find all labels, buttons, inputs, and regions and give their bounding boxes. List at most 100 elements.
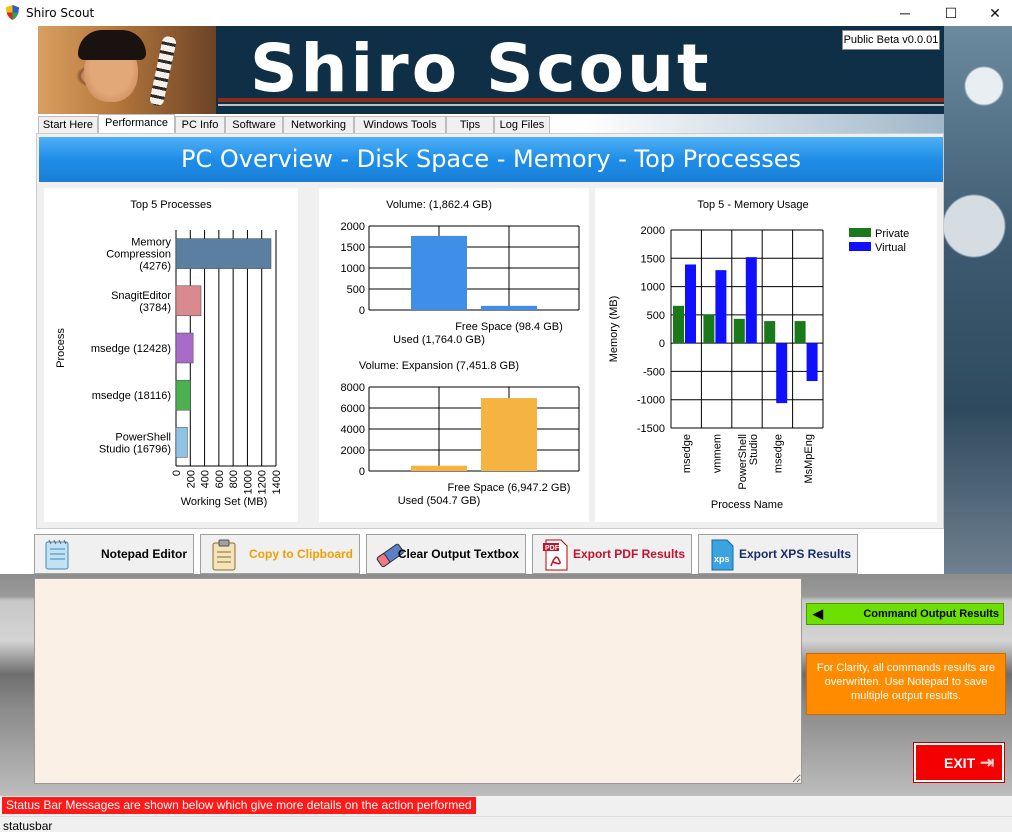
chart-title: Volume: (1,862.4 GB)	[386, 199, 492, 211]
bar	[411, 235, 467, 310]
svg-text:xps: xps	[714, 554, 730, 564]
export-pdf-button[interactable]: PDF Export PDF Results	[532, 534, 692, 574]
maximize-button[interactable]: ☐	[928, 0, 974, 26]
copy-to-clipboard-button[interactable]: Copy to Clipboard	[200, 534, 360, 574]
bar	[806, 343, 818, 382]
close-icon: ✕	[989, 4, 1001, 21]
y-tick-label: 1000	[641, 282, 665, 294]
y-tick-label: Memory Compression (4276)	[106, 237, 171, 273]
command-output-results: ◀ Command Output Results	[806, 603, 1004, 625]
banner-stripe-secondary	[218, 104, 944, 106]
x-tick-label: 600	[214, 470, 226, 488]
tab-pc-info[interactable]: PC Info	[175, 116, 225, 134]
command-output-label: Command Output Results	[863, 608, 999, 620]
legend-label: Virtual	[875, 242, 906, 254]
title-bar: Shiro Scout ─ ☐ ✕	[0, 0, 1012, 26]
tab-software[interactable]: Software	[225, 116, 283, 134]
minimize-button[interactable]: ─	[882, 0, 928, 26]
clear-output-button[interactable]: Clear Output Textbox	[366, 534, 526, 574]
x-tick-label: vmmem	[712, 434, 724, 473]
y-tick-label: 2000	[641, 225, 665, 237]
y-tick-label: 8000	[341, 382, 365, 394]
y-tick-label: 2000	[341, 445, 365, 457]
bar	[685, 264, 696, 344]
tab-log-files[interactable]: Log Files	[494, 116, 550, 134]
maximize-icon: ☐	[944, 4, 958, 21]
x-tick-label: 1000	[242, 470, 254, 494]
x-tick-label: 0	[171, 470, 183, 476]
y-tick-label: 1000	[341, 263, 365, 275]
close-button[interactable]: ✕	[972, 0, 1012, 26]
bar	[481, 398, 537, 471]
y-tick-label: msedge (12428)	[91, 343, 171, 355]
panel-title: PC Overview - Disk Space - Memory - Top …	[39, 137, 943, 182]
y-tick-label: 0	[659, 338, 665, 350]
export-pdf-label: Export PDF Results	[572, 547, 685, 561]
export-xps-button[interactable]: xps Export XPS Results	[698, 534, 858, 574]
x-tick-label: Free Space (6,947.2 GB)	[448, 482, 571, 494]
xps-icon: xps	[711, 539, 734, 571]
y-tick-label: -1500	[637, 423, 665, 435]
notepad-editor-button[interactable]: Notepad Editor	[34, 534, 194, 574]
x-axis-label: Process Name	[711, 499, 783, 511]
y-tick-label: -500	[643, 366, 665, 378]
performance-panel: PC Overview - Disk Space - Memory - Top …	[36, 133, 944, 529]
shield-app-icon	[6, 5, 19, 20]
chart-title: Volume: Expansion (7,451.8 GB)	[359, 360, 519, 372]
y-axis-label: Process	[55, 328, 67, 368]
statusbar-text: statusbar	[3, 819, 53, 832]
arrow-left-icon: ◀	[813, 606, 823, 621]
x-tick-label: Free Space (98.4 GB)	[455, 321, 563, 333]
tab-tips[interactable]: Tips	[446, 116, 494, 134]
clarity-note: For Clarity, all commands results are ov…	[806, 653, 1006, 715]
background-image-right	[944, 26, 1012, 574]
bar	[175, 379, 191, 411]
disk-space-charts: Volume: (1,862.4 GB) 0 500 1000 1500 2000 Free…	[319, 188, 589, 522]
x-axis-label: Working Set (MB)	[181, 496, 268, 508]
minimize-icon: ─	[900, 5, 910, 21]
notepad-icon	[45, 539, 69, 570]
bar	[733, 318, 745, 344]
x-tick-label: PowerShellStudio	[737, 434, 760, 490]
bar	[794, 321, 806, 344]
bar	[673, 305, 684, 344]
bar	[764, 321, 776, 344]
x-tick-label: msedge	[772, 434, 784, 473]
notepad-editor-label: Notepad Editor	[101, 547, 187, 561]
y-tick-label: 6000	[341, 403, 365, 415]
bar	[411, 465, 467, 471]
tab-performance[interactable]: Performance	[98, 114, 175, 134]
clipboard-icon	[212, 539, 236, 571]
bar	[715, 270, 727, 344]
exit-door-icon: ⇥	[980, 753, 995, 772]
tab-start-here[interactable]: Start Here	[38, 116, 98, 134]
tab-windows-tools[interactable]: Windows Tools	[354, 116, 446, 134]
memory-usage-chart: Top 5 - Memory Usage Process Name Memory (…	[595, 188, 937, 522]
statusbar: statusbar	[0, 816, 1012, 832]
x-tick-label: 1400	[271, 470, 283, 494]
x-tick-label: 800	[228, 470, 240, 488]
legend-label: Private	[875, 228, 909, 240]
status-message-bar: Status Bar Messages are shown below whic…	[0, 796, 1012, 816]
legend-swatch	[849, 242, 871, 251]
bar	[745, 257, 757, 344]
x-tick-label: Used (504.7 GB)	[398, 495, 481, 507]
output-textbox[interactable]	[34, 578, 802, 784]
exit-label: EXIT	[944, 755, 976, 771]
exit-button[interactable]: EXIT ⇥	[913, 742, 1005, 783]
bar	[175, 427, 188, 458]
export-xps-label: Export XPS Results	[738, 547, 851, 561]
y-tick-label: 0	[359, 305, 365, 317]
pdf-icon: PDF	[543, 539, 568, 571]
copy-to-clipboard-label: Copy to Clipboard	[249, 547, 353, 561]
y-tick-label: 4000	[341, 424, 365, 436]
legend-swatch	[849, 228, 871, 237]
y-tick-label: msedge (18116)	[92, 390, 171, 402]
tab-networking[interactable]: Networking	[283, 116, 354, 134]
y-tick-label: 1500	[341, 242, 365, 254]
bar	[481, 305, 537, 310]
x-tick-label: Used (1,764.0 GB)	[393, 334, 485, 346]
y-tick-label: 1500	[641, 253, 665, 265]
top-processes-chart: Top 5 Processes Working Set (MB) Process 0 2…	[44, 188, 298, 522]
x-tick-label: 1200	[257, 470, 269, 494]
